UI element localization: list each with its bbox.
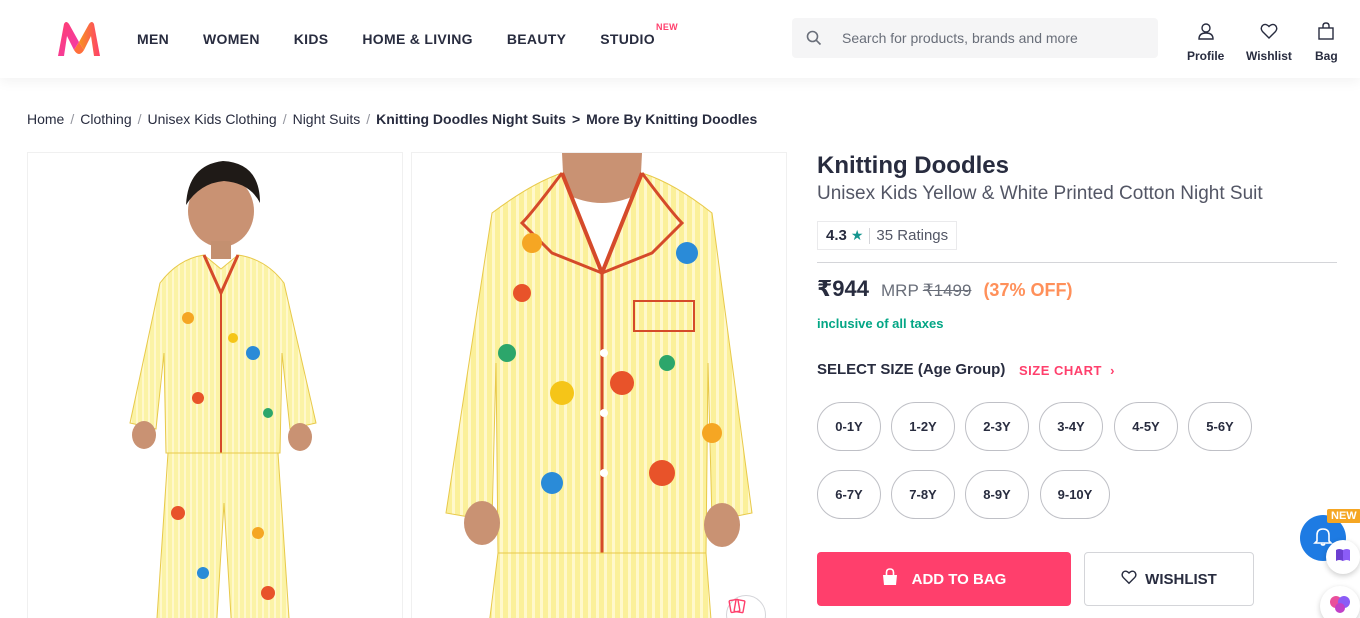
product-image-1[interactable] [27,152,403,618]
size-label: 3-4Y [1057,419,1085,434]
breadcrumb-unisex-kids[interactable]: Unisex Kids Clothing [148,111,277,127]
catalog-widget[interactable] [1326,540,1360,574]
size-label: 1-2Y [909,419,937,434]
wishlist-label: WISHLIST [1145,570,1217,588]
price-row: ₹944 MRP ₹1499 (37% OFF) [817,276,1072,302]
book-icon [1335,548,1351,567]
header: MEN WOMEN KIDS HOME & LIVING BEAUTY STUD… [0,0,1360,78]
size-label: 5-6Y [1206,419,1234,434]
size-label: 2-3Y [983,419,1011,434]
size-option[interactable]: 1-2Y [891,402,955,451]
rating-divider [869,227,871,244]
nav-men[interactable]: MEN [120,31,186,47]
size-option[interactable]: 5-6Y [1188,402,1252,451]
size-title: SELECT SIZE (Age Group) [817,361,1006,378]
size-chart-label: SIZE CHART [1019,363,1102,378]
size-label: 6-7Y [835,487,863,502]
ratings-count: 35 Ratings [876,227,949,244]
wishlist-button[interactable]: WISHLIST [1084,552,1254,606]
mrp-label: MRP [881,281,919,300]
breadcrumb-separator: / [70,111,75,127]
bag-icon [1317,22,1335,45]
size-option[interactable]: 4-5Y [1114,402,1178,451]
product-image-2[interactable] [411,152,787,618]
size-chart-link[interactable]: SIZE CHART › [1019,363,1115,378]
nav-home-living[interactable]: HOME & LIVING [345,31,489,47]
nav-kids[interactable]: KIDS [277,31,346,47]
add-to-bag-label: ADD TO BAG [911,570,1007,588]
rating-badge[interactable]: 4.3 ★ 35 Ratings [817,221,958,250]
product-brand[interactable]: Knitting Doodles [817,152,1009,180]
breadcrumb-brand-category[interactable]: Knitting Doodles Night Suits [376,111,566,127]
add-to-bag-button[interactable]: ADD TO BAG [817,552,1071,606]
search-icon[interactable] [792,18,836,58]
nav-women-label: WOMEN [203,31,260,47]
size-label: 9-10Y [1057,487,1093,502]
nav-women[interactable]: WOMEN [186,31,277,47]
bag-icon [882,568,898,590]
rating-value: 4.3 [826,227,847,244]
breadcrumb-more-by-brand[interactable]: More By Knitting Doodles [586,111,757,127]
wishlist-nav-label: Wishlist [1246,49,1292,63]
divider [817,262,1337,263]
size-label: 7-8Y [909,487,937,502]
myntra-logo[interactable] [54,20,104,58]
breadcrumb-home[interactable]: Home [27,111,64,127]
star-icon: ★ [850,227,864,243]
size-option[interactable]: 2-3Y [965,402,1029,451]
new-badge: NEW [656,22,678,32]
heart-icon [1121,569,1137,589]
heart-icon [1260,22,1278,45]
search-input[interactable] [842,30,1142,46]
nav-studio-label: STUDIO [600,31,655,47]
main-nav: MEN WOMEN KIDS HOME & LIVING BEAUTY STUD… [120,0,678,78]
breadcrumb-chevron: > [571,111,581,127]
taxes-note: inclusive of all taxes [817,316,944,331]
search-bar[interactable] [792,18,1158,58]
product-name: Unisex Kids Yellow & White Printed Cotto… [817,183,1263,204]
bag-label: Bag [1315,49,1338,63]
size-option[interactable]: 7-8Y [891,470,955,519]
breadcrumb-separator: / [282,111,287,127]
size-label: 8-9Y [983,487,1011,502]
wishlist-nav-button[interactable]: Wishlist [1246,22,1292,63]
nav-beauty[interactable]: BEAUTY [490,31,583,47]
profile-icon [1197,22,1215,45]
breadcrumb-separator: / [137,111,142,127]
mrp-value: ₹1499 [922,281,972,300]
size-option[interactable]: 9-10Y [1040,470,1110,519]
selling-price: ₹944 [817,276,870,301]
discount-label: (37% OFF) [983,280,1073,300]
breadcrumb: Home / Clothing / Unisex Kids Clothing /… [27,111,757,127]
size-label: 0-1Y [835,419,863,434]
chevron-right-icon: › [1110,363,1115,378]
nav-kids-label: KIDS [293,31,329,47]
nav-beauty-label: BEAUTY [506,31,567,47]
assistant-widget[interactable] [1320,586,1360,618]
breadcrumb-separator: / [366,111,371,127]
profile-label: Profile [1187,49,1225,63]
notification-new-badge: NEW [1327,509,1360,523]
size-option[interactable]: 0-1Y [817,402,881,451]
size-option[interactable]: 6-7Y [817,470,881,519]
brain-icon [1329,594,1351,618]
breadcrumb-clothing[interactable]: Clothing [80,111,131,127]
breadcrumb-night-suits[interactable]: Night Suits [293,111,361,127]
size-option[interactable]: 3-4Y [1039,402,1103,451]
bag-button[interactable]: Bag [1315,22,1338,63]
size-option[interactable]: 8-9Y [965,470,1029,519]
profile-button[interactable]: Profile [1187,22,1224,63]
nav-studio[interactable]: STUDIO NEW [583,22,677,47]
nav-men-label: MEN [137,31,170,47]
size-label: 4-5Y [1132,419,1160,434]
nav-home-living-label: HOME & LIVING [362,31,473,47]
